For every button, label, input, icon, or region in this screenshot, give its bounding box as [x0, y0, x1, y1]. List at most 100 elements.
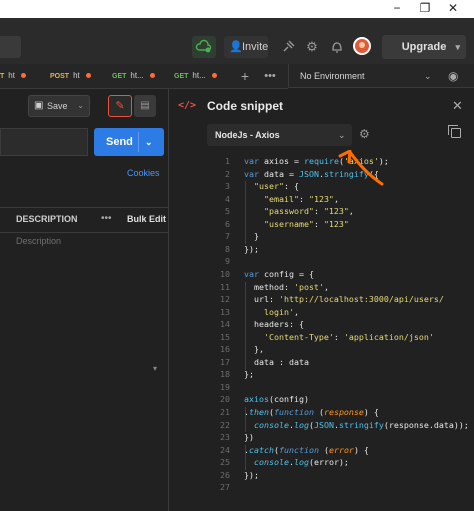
upgrade-button[interactable]: Upgrade ▾ — [382, 35, 466, 59]
line-number: 15 — [220, 332, 230, 342]
gear-icon[interactable]: ⚙ — [359, 127, 370, 141]
line-number: 3 — [225, 181, 230, 191]
code-line: login', — [244, 307, 299, 317]
request-tab[interactable]: GET ht... — [174, 64, 217, 88]
invite-label: Invite — [242, 41, 269, 53]
code-line: }) — [244, 432, 254, 442]
line-number: 8 — [225, 244, 230, 254]
save-button[interactable]: ▣ Save ⌄ — [28, 95, 90, 117]
unsaved-dot-icon — [211, 73, 217, 79]
chevron-down-icon[interactable]: ▾ — [153, 364, 157, 373]
chevron-down-icon: ▾ — [455, 42, 460, 52]
comment-icon[interactable]: ▤ — [134, 95, 156, 117]
environment-label: No Environment — [300, 71, 365, 81]
code-line: method: 'post', — [244, 282, 329, 292]
code-icon: </> — [178, 100, 197, 111]
indent-guide — [245, 445, 246, 470]
code-line: .then(function (response) { — [244, 407, 379, 417]
more-options-icon[interactable]: ••• — [101, 207, 112, 231]
tab-overflow-button[interactable]: ••• — [262, 66, 278, 86]
line-number: 26 — [220, 470, 230, 480]
line-number: 20 — [220, 394, 230, 404]
unsaved-dot-icon — [20, 73, 26, 79]
language-select[interactable]: NodeJs - Axios — [207, 124, 352, 146]
bell-icon[interactable] — [328, 38, 346, 56]
invite-button[interactable]: 👤 Invite — [224, 36, 268, 58]
tab-method: GET — [112, 73, 127, 80]
code-line: .catch(function (error) { — [244, 445, 369, 455]
indent-guide — [245, 282, 246, 370]
line-number: 24 — [220, 445, 230, 455]
send-label: Send — [106, 136, 133, 148]
tab-label: ht — [8, 71, 15, 80]
cookies-link[interactable]: Cookies — [127, 168, 160, 178]
bulk-edit-button[interactable]: Bulk Edit — [127, 207, 166, 231]
code-line: headers: { — [244, 319, 304, 329]
line-number: 21 — [220, 407, 230, 417]
close-window-button[interactable]: ✕ — [440, 0, 466, 18]
send-button[interactable]: Send ⌄ — [94, 128, 164, 156]
pane-divider[interactable] — [168, 89, 169, 511]
code-line: }; — [244, 369, 254, 379]
annotation-arrow-icon — [338, 150, 384, 186]
new-tab-button[interactable]: + — [238, 66, 252, 86]
line-number: 16 — [220, 344, 230, 354]
description-column-header: DESCRIPTION — [16, 214, 78, 224]
description-input[interactable]: Description — [16, 233, 61, 249]
floppy-disk-icon: ▣ — [34, 100, 44, 111]
line-number: 14 — [220, 319, 230, 329]
url-input[interactable] — [0, 128, 88, 156]
code-line: } — [244, 231, 259, 241]
line-number: 19 — [220, 382, 230, 392]
line-number: 4 — [225, 194, 230, 204]
chevron-down-icon: ⌄ — [77, 101, 84, 110]
chevron-down-icon[interactable]: ⌄ — [338, 124, 346, 146]
tab-label: ht... — [130, 71, 144, 80]
satellite-icon[interactable] — [279, 38, 297, 56]
line-number: 23 — [220, 432, 230, 442]
tab-method: T — [0, 73, 5, 80]
avatar[interactable] — [353, 37, 371, 55]
pencil-icon[interactable]: ✎ — [108, 95, 132, 117]
chevron-down-icon[interactable]: ⌄ — [424, 64, 432, 88]
line-number: 13 — [220, 307, 230, 317]
line-number: 25 — [220, 457, 230, 467]
unsaved-dot-icon — [85, 73, 91, 79]
code-line: }); — [244, 470, 259, 480]
tab-method: GET — [174, 73, 189, 80]
panel-title: Code snippet — [207, 99, 284, 113]
minimize-button[interactable]: − — [384, 0, 410, 18]
close-icon[interactable]: ✕ — [452, 98, 463, 114]
chevron-down-icon: ⌄ — [145, 137, 153, 147]
indent-guide — [245, 407, 246, 432]
eye-icon[interactable]: ◉ — [448, 64, 458, 88]
code-line: 'Content-Type': 'application/json' — [263, 332, 434, 342]
tab-label: ht... — [192, 71, 206, 80]
search-field[interactable] — [0, 36, 21, 58]
request-tab[interactable]: Tht — [0, 64, 26, 88]
line-number: 17 — [220, 357, 230, 367]
request-tab[interactable]: POST ht — [50, 64, 91, 88]
copy-icon[interactable] — [448, 125, 461, 138]
cloud-sync-icon — [195, 39, 212, 53]
line-number: 18 — [220, 369, 230, 379]
restore-button[interactable]: ❐ — [412, 0, 438, 18]
line-number: 2 — [225, 169, 230, 179]
code-line: "password": "123", — [244, 206, 354, 216]
line-number: 27 — [220, 482, 230, 492]
sync-status-button[interactable] — [192, 36, 216, 58]
code-line: "user": { — [244, 181, 299, 191]
gear-icon[interactable]: ⚙ — [303, 38, 321, 56]
tab-label: ht — [73, 71, 80, 80]
code-line: url: 'http://localhost:3000/api/users/ — [244, 294, 444, 304]
line-number: 12 — [220, 294, 230, 304]
line-number: 7 — [225, 231, 230, 241]
line-number: 5 — [225, 206, 230, 216]
line-number: 11 — [220, 282, 230, 292]
save-label: Save — [47, 101, 68, 111]
tab-method: POST — [50, 73, 70, 80]
line-number: 22 — [220, 420, 230, 430]
request-tab[interactable]: GET ht... — [112, 64, 155, 88]
code-line: console.log(error); — [254, 457, 349, 467]
line-number: 9 — [225, 256, 230, 266]
